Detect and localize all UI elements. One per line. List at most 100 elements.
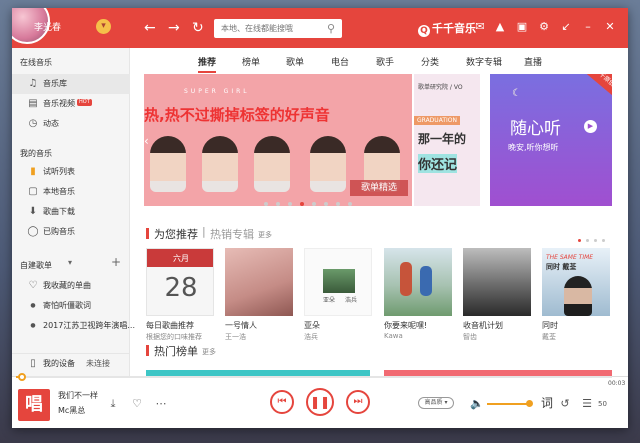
loop-mode-icon[interactable]: ↺: [558, 397, 572, 410]
more-options-icon[interactable]: ⋯: [154, 397, 168, 410]
forward-arrow-icon[interactable]: →: [168, 20, 180, 36]
banner-dot[interactable]: [288, 202, 292, 206]
banner-main[interactable]: SUPER GIRL 热,热不过撕掉标签的好声音 歌单精选: [144, 74, 412, 206]
sidebar-item-activity[interactable]: ◷ 动态: [12, 114, 130, 134]
banner-mid[interactable]: 歌单研究院 / VO GRADUATION 那一年的 你还记: [414, 74, 480, 206]
album-cover[interactable]: [384, 248, 452, 316]
page-dot[interactable]: [586, 239, 589, 242]
banner-right-title: 随心听: [510, 119, 561, 139]
page-dot[interactable]: [594, 239, 597, 242]
album-title[interactable]: 亚朵: [304, 320, 320, 331]
search-icon[interactable]: ⚲: [322, 19, 340, 38]
banner-main-sub: SUPER GIRL: [184, 88, 250, 95]
close-icon[interactable]: ✕: [602, 19, 618, 35]
hot-charts-more-link[interactable]: 更多: [202, 347, 216, 357]
singer-name[interactable]: Mc黑总: [58, 405, 85, 416]
download-icon[interactable]: ⤓: [106, 397, 120, 411]
brand: Q 千千音乐: [418, 20, 476, 37]
progress-track[interactable]: [16, 376, 612, 378]
sidebar-item-playlist[interactable]: ● 2017江苏卫视跨年演唱...: [12, 316, 135, 336]
playlist-dropdown-icon[interactable]: ▾: [68, 258, 72, 267]
volume-track[interactable]: [487, 403, 529, 405]
album-cover[interactable]: THE SAME TIME 同时 戴荃: [542, 248, 610, 316]
lyrics-button[interactable]: 词: [541, 394, 553, 411]
page-dot[interactable]: [602, 239, 605, 242]
pause-button[interactable]: ❚❚: [306, 388, 334, 416]
sidebar-item-music-video[interactable]: ▤ 音乐视频 HOT: [12, 94, 130, 114]
banner-dot[interactable]: [336, 202, 340, 206]
sidebar-item-label: 本地音乐: [43, 187, 75, 196]
next-track-button[interactable]: ⏭: [346, 390, 370, 414]
banner-dot[interactable]: [276, 202, 280, 206]
banner-dot[interactable]: [348, 202, 352, 206]
singer-photo: [202, 136, 238, 192]
album-cover[interactable]: [225, 248, 293, 316]
skin-shirt-icon[interactable]: ▲: [492, 19, 508, 35]
toolbox-icon[interactable]: ▣: [514, 19, 530, 35]
album-cover[interactable]: [463, 248, 531, 316]
tab-categories[interactable]: 分类: [421, 55, 439, 68]
album-artist: Kawa: [384, 332, 403, 340]
prev-banner-icon[interactable]: ‹: [144, 134, 149, 148]
tab-live[interactable]: 直播: [524, 55, 542, 68]
sidebar-item-listen-list[interactable]: ▮ 试听列表: [12, 162, 130, 182]
album-title[interactable]: 一号情人: [225, 320, 257, 331]
banner-dot[interactable]: [264, 202, 268, 206]
page-dot[interactable]: [578, 239, 581, 242]
playlist-count: 50: [598, 400, 607, 408]
back-arrow-icon[interactable]: ←: [144, 20, 156, 36]
sidebar-item-purchased[interactable]: ◯ 已购音乐: [12, 222, 130, 242]
volume-icon[interactable]: 🔈: [470, 397, 484, 410]
tab-digital-albums[interactable]: 数字专辑: [466, 55, 502, 68]
sidebar-item-playlist[interactable]: ● 寄怕听僵歌词: [12, 296, 130, 316]
add-playlist-icon[interactable]: +: [111, 255, 121, 269]
monitor-icon: ▢: [28, 186, 38, 197]
banner-carousel[interactable]: SUPER GIRL 热,热不过撕掉标签的好声音 歌单精选 歌单研究院 / VO…: [144, 74, 612, 206]
prev-track-button[interactable]: ⏮: [270, 390, 294, 414]
album-title[interactable]: 每日歌曲推荐: [146, 320, 194, 331]
content-tabs: 推荐 榜单 歌单 电台 歌手 分类 数字专辑 直播: [130, 48, 628, 74]
banner-dot[interactable]: [312, 202, 316, 206]
settings-gear-icon[interactable]: ⚙: [536, 19, 552, 35]
banner-right[interactable]: 千千原创 ☾ 随心听 ▶ 晚安,听你想听: [490, 74, 612, 206]
banner-mid-line1: 那一年的: [418, 132, 467, 146]
singer-photo: [150, 136, 186, 192]
user-menu-chevron-icon[interactable]: ▾: [96, 19, 111, 34]
sidebar-item-favorites[interactable]: ♡ 我收藏的单曲: [12, 276, 130, 296]
username[interactable]: 李光春: [34, 20, 61, 33]
sidebar-item-music-library[interactable]: ♫ 音乐库: [12, 74, 130, 94]
tab-recommend[interactable]: 推荐: [198, 55, 217, 73]
player-bar: 00:03 唱 我们不一样 Mc黑总 ⤓ ♡ ⋯ ⏮ ❚❚ ⏭ 高品质 ▾ 🔈 …: [12, 373, 628, 428]
tab-charts[interactable]: 榜单: [242, 55, 260, 68]
refresh-icon[interactable]: ↻: [192, 20, 204, 36]
volume-knob[interactable]: [526, 400, 533, 407]
album-cover[interactable]: 亚朵 浩兵: [304, 248, 372, 316]
play-icon[interactable]: ▶: [584, 120, 597, 133]
tab-artists[interactable]: 歌手: [376, 55, 394, 68]
album-title[interactable]: 同时: [542, 320, 558, 331]
mini-mode-icon[interactable]: ↙: [558, 19, 574, 35]
sidebar-item-downloads[interactable]: ⬇ 歌曲下载: [12, 202, 130, 222]
favorite-heart-icon[interactable]: ♡: [130, 397, 144, 410]
sidebar-item-my-device[interactable]: ▯ 我的设备 未连接: [12, 353, 130, 373]
sidebar-item-label: 试听列表: [43, 167, 75, 176]
mail-icon[interactable]: ✉: [472, 19, 488, 35]
album-title[interactable]: 你要来呢嘿!: [384, 320, 427, 331]
video-icon: ▤: [28, 98, 38, 109]
hot-albums-tab[interactable]: 热销专辑: [210, 226, 254, 242]
banner-dot[interactable]: [324, 202, 328, 206]
tab-radio[interactable]: 电台: [331, 55, 349, 68]
album-cover[interactable]: 六月 28: [146, 248, 214, 316]
minimize-icon[interactable]: –: [580, 19, 596, 35]
tab-playlists[interactable]: 歌单: [286, 55, 304, 68]
song-title[interactable]: 我们不一样: [58, 390, 98, 401]
banner-dot[interactable]: [300, 202, 304, 206]
quality-selector[interactable]: 高品质 ▾: [418, 397, 454, 409]
progress-knob[interactable]: [18, 373, 26, 381]
recommend-more-link[interactable]: 更多: [258, 230, 272, 240]
bars-icon: ▮: [30, 166, 36, 177]
playlist-icon[interactable]: ☰: [580, 397, 594, 410]
album-title[interactable]: 收音机计划: [463, 320, 503, 331]
now-playing-cover[interactable]: 唱: [18, 389, 50, 421]
sidebar-item-local-music[interactable]: ▢ 本地音乐: [12, 182, 130, 202]
